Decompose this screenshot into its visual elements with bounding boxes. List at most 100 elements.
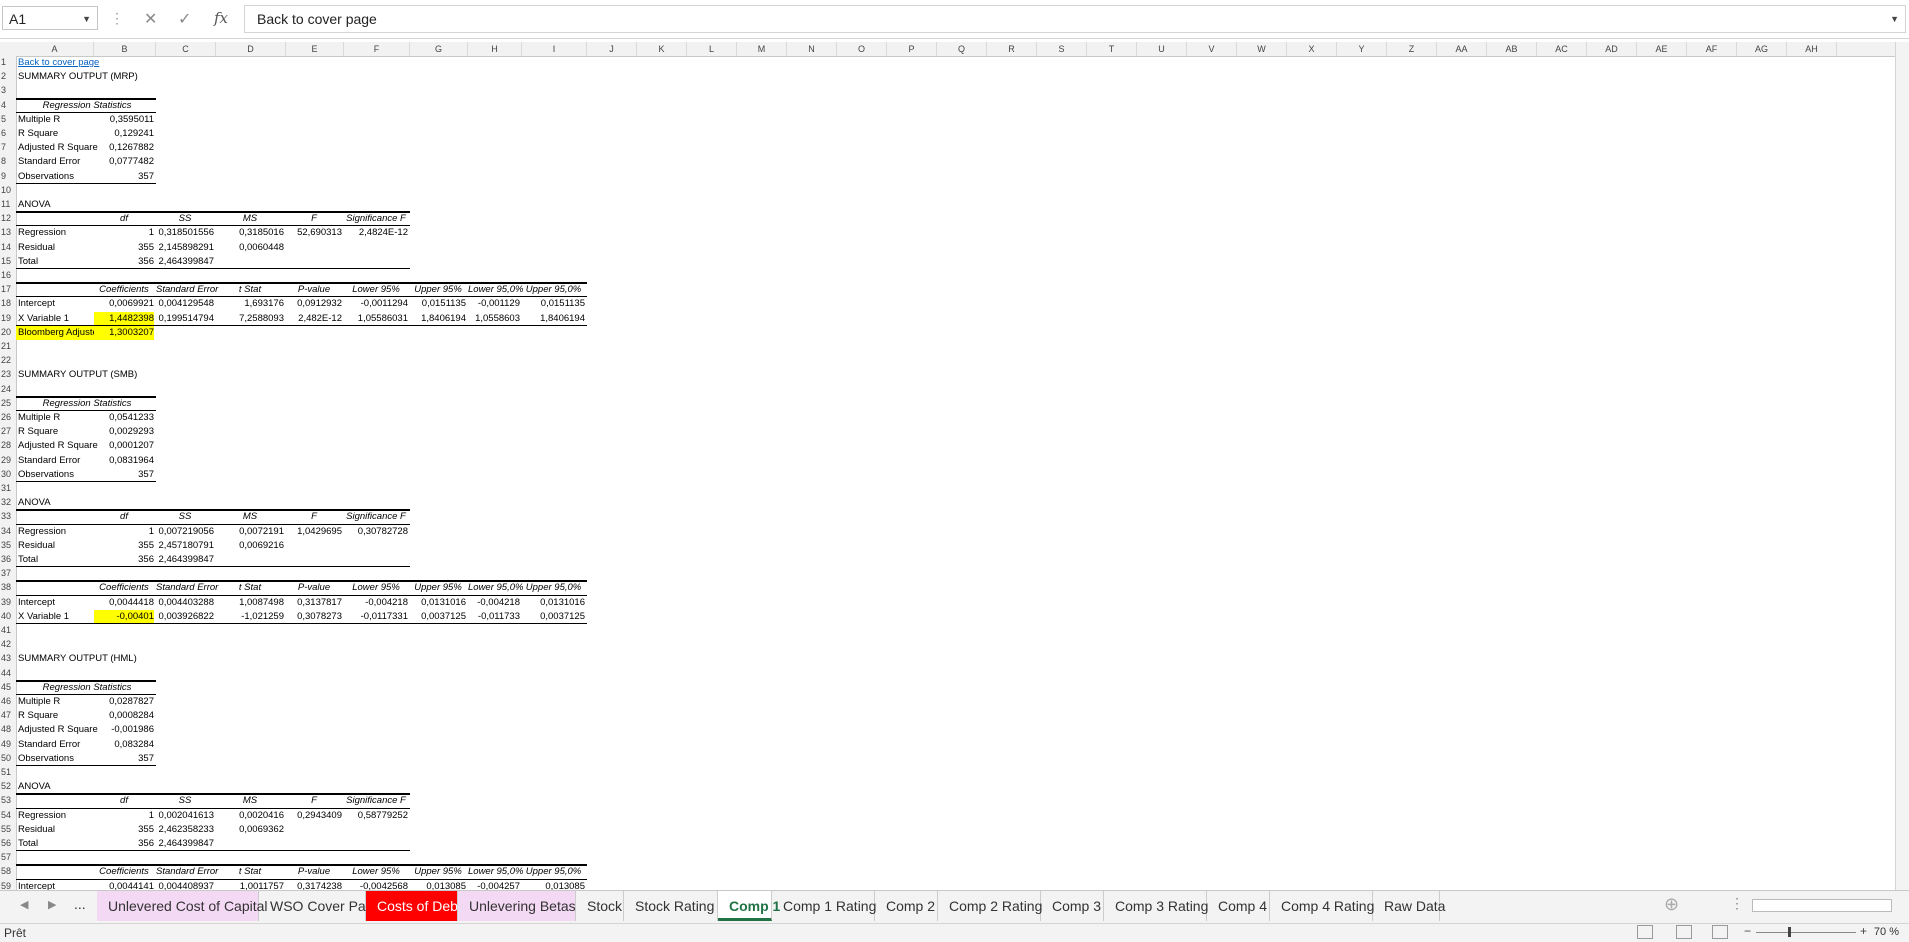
cell-d34[interactable]: 0,0072191 — [216, 525, 284, 539]
tab-comp-2-rating[interactable]: Comp 2 Rating — [938, 891, 1042, 921]
row-header-54[interactable]: 54 — [0, 809, 17, 823]
name-box-dropdown-icon[interactable]: ▼ — [82, 7, 91, 31]
row-header-17[interactable]: 17 — [0, 283, 17, 297]
column-header-e[interactable]: E — [286, 42, 344, 56]
row-header-59[interactable]: 59 — [0, 880, 17, 890]
column-header-aa[interactable]: AA — [1437, 42, 1487, 56]
cell-a52[interactable]: ANOVA — [16, 780, 94, 794]
cell-f17[interactable]: Lower 95% — [344, 283, 408, 297]
column-header-ab[interactable]: AB — [1487, 42, 1537, 56]
cell-a23[interactable]: SUMMARY OUTPUT (SMB) — [16, 368, 137, 382]
cell-c58[interactable]: Standard Error — [156, 865, 218, 879]
cell-g40[interactable]: 0,0037125 — [410, 610, 466, 624]
row-header-27[interactable]: 27 — [0, 425, 17, 439]
row-header-34[interactable]: 34 — [0, 525, 17, 539]
cell-d19[interactable]: 7,2588093 — [216, 312, 284, 326]
cell-i38[interactable]: Upper 95,0% — [522, 581, 585, 595]
tab-stock-rating[interactable]: Stock Rating — [624, 891, 718, 921]
column-header-d[interactable]: D — [216, 42, 286, 56]
cell-e19[interactable]: 2,482E-12 — [286, 312, 342, 326]
cell-a35[interactable]: Residual — [16, 539, 94, 553]
cell-c40[interactable]: 0,003926822 — [156, 610, 214, 624]
cell-h58[interactable]: Lower 95,0% — [468, 865, 523, 879]
cell-c38[interactable]: Standard Error — [156, 581, 218, 595]
row-header-41[interactable]: 41 — [0, 624, 17, 638]
row-header-1[interactable]: 1 — [0, 56, 17, 70]
cell-a14[interactable]: Residual — [16, 241, 94, 255]
column-header-k[interactable]: K — [637, 42, 687, 56]
row-header-49[interactable]: 49 — [0, 738, 17, 752]
cell-g18[interactable]: 0,0151135 — [410, 297, 466, 311]
cell-e18[interactable]: 0,0912932 — [286, 297, 342, 311]
row-header-45[interactable]: 45 — [0, 681, 17, 695]
cell-i18[interactable]: 0,0151135 — [522, 297, 585, 311]
row-header-20[interactable]: 20 — [0, 326, 17, 340]
column-header-ae[interactable]: AE — [1637, 42, 1687, 56]
cell-f40[interactable]: -0,0117331 — [344, 610, 408, 624]
cell-c18[interactable]: 0,004129548 — [156, 297, 214, 311]
cell-c59[interactable]: 0,004408937 — [156, 880, 214, 890]
row-header-15[interactable]: 15 — [0, 255, 17, 269]
cell-b17[interactable]: Coefficients — [94, 283, 154, 297]
cell-g58[interactable]: Upper 95% — [410, 865, 466, 879]
cell-b55[interactable]: 355 — [94, 823, 154, 837]
scroll-tabs-left-icon[interactable]: ◀ — [20, 898, 28, 911]
tab-comp-3[interactable]: Comp 3 — [1041, 891, 1104, 921]
row-header-43[interactable]: 43 — [0, 652, 17, 666]
column-header-c[interactable]: C — [156, 42, 216, 56]
cell-f53[interactable]: Significance F — [344, 794, 408, 808]
cell-b36[interactable]: 356 — [94, 553, 154, 567]
tab-options-icon[interactable]: ⋮ — [1730, 895, 1744, 912]
cell-d58[interactable]: t Stat — [216, 865, 284, 879]
cell-g39[interactable]: 0,0131016 — [410, 596, 466, 610]
cell-f13[interactable]: 2,4824E-12 — [344, 226, 408, 240]
cell-i17[interactable]: Upper 95,0% — [522, 283, 585, 297]
cell-b5[interactable]: 0,3595011 — [94, 113, 154, 127]
column-header-q[interactable]: Q — [937, 42, 987, 56]
cell-i58[interactable]: Upper 95,0% — [522, 865, 585, 879]
row-header-52[interactable]: 52 — [0, 780, 17, 794]
cell-a9[interactable]: Observations — [16, 170, 94, 184]
cell-c56[interactable]: 2,464399847 — [156, 837, 214, 851]
tab-comp-1[interactable]: Comp 1 — [718, 891, 780, 921]
insert-function-icon[interactable]: fx — [214, 9, 228, 27]
cancel-icon[interactable]: ✕ — [144, 9, 157, 29]
cell-d14[interactable]: 0,0060448 — [216, 241, 284, 255]
zoom-in-icon[interactable]: + — [1860, 924, 1867, 938]
cell-a27[interactable]: R Square — [16, 425, 94, 439]
horizontal-scrollbar[interactable] — [1752, 899, 1892, 912]
cell-a36[interactable]: Total — [16, 553, 94, 567]
cell-a28[interactable]: Adjusted R Square — [16, 439, 98, 453]
tab-stock[interactable]: Stock — [576, 891, 624, 921]
cell-b28[interactable]: 0,0001207 — [94, 439, 154, 453]
cell-f19[interactable]: 1,05586031 — [344, 312, 408, 326]
column-header-ah[interactable]: AH — [1787, 42, 1837, 56]
cell-a5[interactable]: Multiple R — [16, 113, 94, 127]
cell-b26[interactable]: 0,0541233 — [94, 411, 154, 425]
row-header-25[interactable]: 25 — [0, 397, 17, 411]
column-header-g[interactable]: G — [410, 42, 468, 56]
row-header-58[interactable]: 58 — [0, 865, 17, 879]
cell-b59[interactable]: 0,0044141 — [94, 880, 154, 890]
row-header-48[interactable]: 48 — [0, 723, 17, 737]
cell-b39[interactable]: 0,0044418 — [94, 596, 154, 610]
row-header-53[interactable]: 53 — [0, 794, 17, 808]
column-header-af[interactable]: AF — [1687, 42, 1737, 56]
cell-a54[interactable]: Regression — [16, 809, 94, 823]
row-header-5[interactable]: 5 — [0, 113, 17, 127]
cell-b19[interactable]: 1,4482398 — [94, 311, 154, 326]
cell-c13[interactable]: 0,318501556 — [156, 226, 214, 240]
cell-i40[interactable]: 0,0037125 — [522, 610, 585, 624]
tab-comp-4[interactable]: Comp 4 — [1207, 891, 1270, 921]
expand-formula-bar-icon[interactable]: ▼ — [1890, 6, 1899, 32]
row-header-36[interactable]: 36 — [0, 553, 17, 567]
cell-g59[interactable]: 0,013085 — [410, 880, 466, 890]
cell-d38[interactable]: t Stat — [216, 581, 284, 595]
cell-d40[interactable]: -1,021259 — [216, 610, 284, 624]
cell-b6[interactable]: 0,129241 — [94, 127, 154, 141]
cell-a4[interactable]: Regression Statistics — [16, 99, 156, 113]
row-header-28[interactable]: 28 — [0, 439, 17, 453]
row-header-46[interactable]: 46 — [0, 695, 17, 709]
column-header-s[interactable]: S — [1037, 42, 1087, 56]
vertical-scrollbar[interactable] — [1895, 42, 1909, 890]
